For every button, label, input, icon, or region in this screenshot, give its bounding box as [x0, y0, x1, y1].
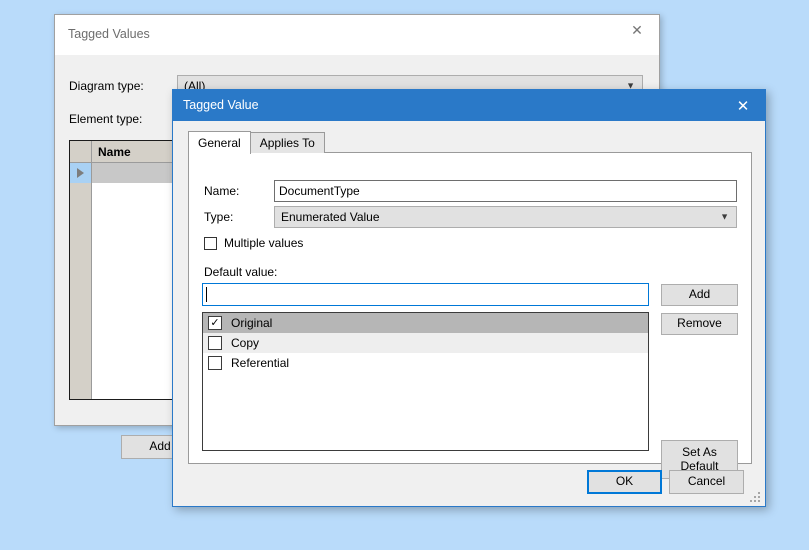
list-item-label: Referential	[231, 356, 290, 370]
ok-button[interactable]: OK	[587, 470, 662, 494]
tab-applies-to[interactable]: Applies To	[249, 132, 325, 153]
type-select[interactable]: Enumerated Value ▼	[274, 206, 737, 228]
diagram-type-label: Diagram type:	[69, 79, 144, 93]
cancel-button[interactable]: Cancel	[669, 470, 744, 494]
grid-header-corner	[70, 141, 92, 162]
type-value: Enumerated Value	[281, 210, 380, 224]
text-caret	[206, 287, 207, 302]
type-label: Type:	[204, 210, 234, 224]
list-item-label: Original	[231, 316, 273, 330]
list-item[interactable]: Copy	[203, 333, 648, 353]
resize-grip-icon[interactable]	[750, 492, 762, 504]
list-item-label: Copy	[231, 336, 260, 350]
chevron-down-icon: ▼	[720, 211, 729, 222]
grid-gutter	[70, 183, 92, 399]
list-item-checkbox[interactable]	[208, 336, 222, 350]
row-selector-arrow-icon	[70, 163, 92, 183]
tab-strip: General Applies To	[188, 131, 325, 154]
default-value-input[interactable]	[202, 283, 649, 306]
close-icon[interactable]: ✕	[615, 15, 659, 45]
tagged-values-title: Tagged Values	[68, 27, 150, 41]
default-value-label: Default value:	[204, 265, 278, 279]
element-type-label: Element type:	[69, 112, 143, 126]
tagged-values-titlebar: Tagged Values ✕	[55, 15, 659, 55]
tab-general[interactable]: General	[188, 131, 251, 154]
list-item-checkbox[interactable]: ✓	[208, 316, 222, 330]
multiple-values-label: Multiple values	[224, 236, 304, 250]
tagged-value-body: General Applies To Name: Type: Enumerate…	[173, 121, 765, 506]
close-icon[interactable]: ✕	[721, 90, 765, 121]
multiple-values-row[interactable]: Multiple values	[204, 236, 303, 250]
set-as-default-line1: Set As	[682, 444, 717, 459]
list-item[interactable]: Referential	[203, 353, 648, 373]
list-item-checkbox[interactable]	[208, 356, 222, 370]
list-item[interactable]: ✓ Original	[203, 313, 648, 333]
name-label: Name:	[204, 184, 240, 198]
tagged-value-title: Tagged Value	[183, 98, 259, 112]
name-field[interactable]	[274, 180, 737, 202]
add-value-button[interactable]: Add	[661, 284, 738, 306]
tagged-value-titlebar: Tagged Value ✕	[173, 90, 765, 121]
general-tab-panel: Name: Type: Enumerated Value ▼ Multiple …	[188, 152, 752, 479]
multiple-values-checkbox[interactable]	[204, 236, 217, 250]
tagged-value-dialog: Tagged Value ✕ General Applies To Name: …	[172, 89, 766, 507]
enumerated-values-list[interactable]: ✓ Original Copy Referential	[202, 312, 649, 451]
remove-value-button[interactable]: Remove	[661, 313, 738, 335]
